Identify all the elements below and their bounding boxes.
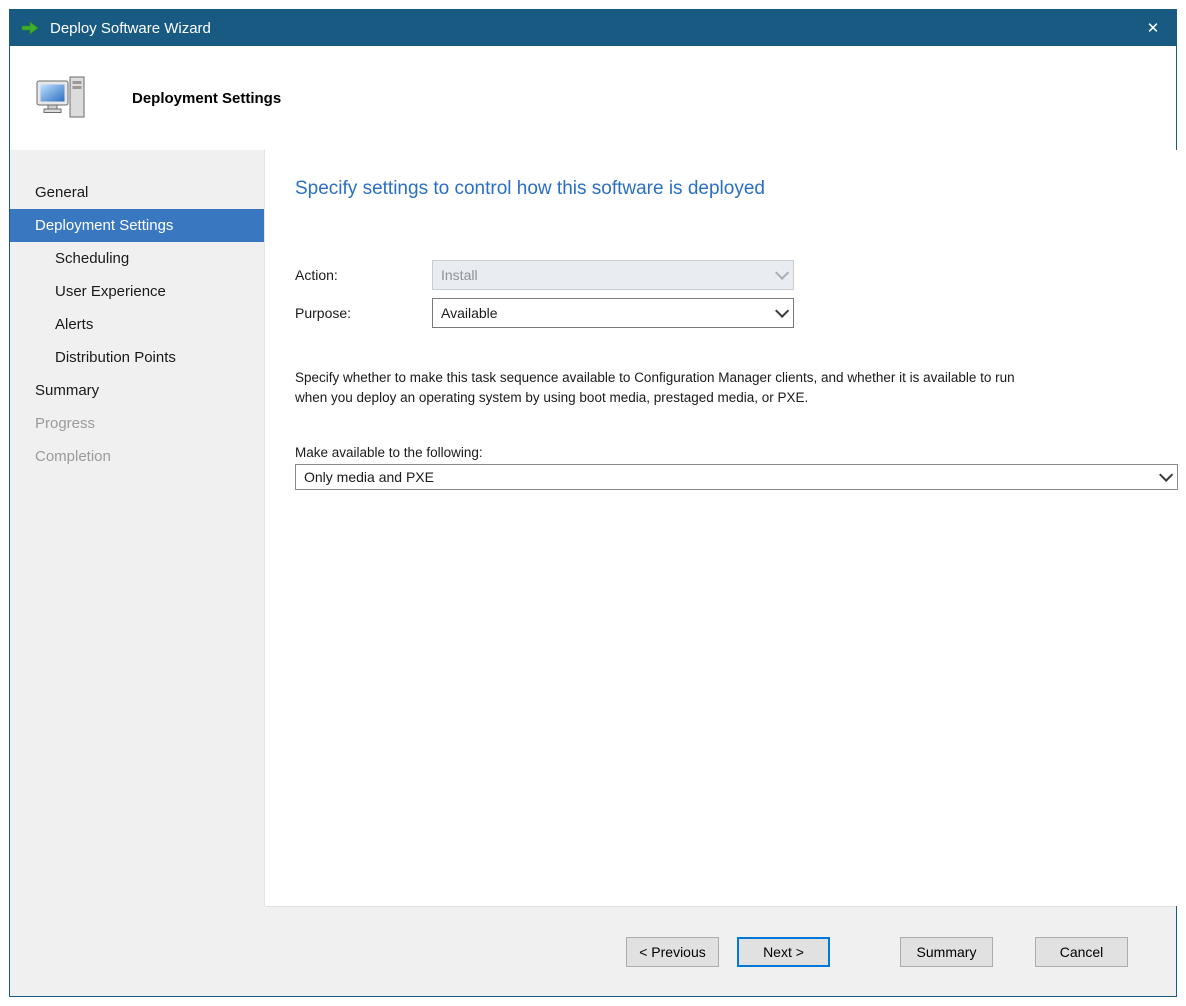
- action-value: Install: [433, 267, 767, 283]
- previous-button[interactable]: < Previous: [626, 937, 719, 967]
- make-available-value: Only media and PXE: [296, 469, 1151, 485]
- purpose-value: Available: [433, 305, 767, 321]
- next-button[interactable]: Next >: [737, 937, 830, 967]
- content-heading: Specify settings to control how this sof…: [295, 178, 1178, 200]
- sidebar-item-progress: Progress: [10, 407, 264, 440]
- sidebar-item-alerts[interactable]: Alerts: [10, 308, 264, 341]
- chevron-down-icon: [767, 299, 793, 327]
- make-available-label: Make available to the following:: [295, 445, 1178, 460]
- chevron-down-icon: [767, 261, 793, 289]
- page-title: Deployment Settings: [132, 90, 281, 107]
- sidebar-item-scheduling[interactable]: Scheduling: [10, 242, 264, 275]
- wizard-nav: GeneralDeployment SettingsSchedulingUser…: [10, 150, 265, 906]
- wizard-header: Deployment Settings: [10, 46, 1176, 150]
- purpose-label: Purpose:: [295, 305, 432, 321]
- footer-buttons: < Previous Next > Summary Cancel: [265, 906, 1176, 996]
- purpose-dropdown[interactable]: Available: [432, 298, 794, 328]
- deploy-software-wizard-window: Deploy Software Wizard ✕: [9, 9, 1177, 997]
- window-title: Deploy Software Wizard: [50, 20, 211, 37]
- sidebar-item-summary[interactable]: Summary: [10, 374, 264, 407]
- chevron-down-icon: [1151, 465, 1177, 489]
- content-pane: Specify settings to control how this sof…: [265, 150, 1186, 906]
- footer-sidebar-strip: [10, 906, 265, 996]
- desktop-background: Deploy Software Wizard ✕: [0, 0, 1186, 1006]
- sidebar-item-user-experience[interactable]: User Experience: [10, 275, 264, 308]
- wizard-body: GeneralDeployment SettingsSchedulingUser…: [10, 150, 1176, 906]
- sidebar-item-completion: Completion: [10, 440, 264, 473]
- purpose-row: Purpose: Available: [295, 298, 1178, 328]
- action-label: Action:: [295, 267, 432, 283]
- computer-icon: [36, 75, 88, 121]
- make-available-dropdown[interactable]: Only media and PXE: [295, 464, 1178, 490]
- sidebar-item-general[interactable]: General: [10, 176, 264, 209]
- description-text: Specify whether to make this task sequen…: [295, 368, 1043, 407]
- sidebar-item-distribution-points[interactable]: Distribution Points: [10, 341, 264, 374]
- wizard-footer: < Previous Next > Summary Cancel: [10, 906, 1176, 996]
- sidebar-item-deployment-settings[interactable]: Deployment Settings: [10, 209, 264, 242]
- cancel-button[interactable]: Cancel: [1035, 937, 1128, 967]
- action-row: Action: Install: [295, 260, 1178, 290]
- summary-button[interactable]: Summary: [900, 937, 993, 967]
- deployment-form: Action: Install Purpose: Available: [295, 260, 1178, 328]
- action-dropdown: Install: [432, 260, 794, 290]
- green-arrow-icon: [20, 18, 40, 38]
- close-icon[interactable]: ✕: [1130, 10, 1176, 46]
- title-bar: Deploy Software Wizard ✕: [10, 10, 1176, 46]
